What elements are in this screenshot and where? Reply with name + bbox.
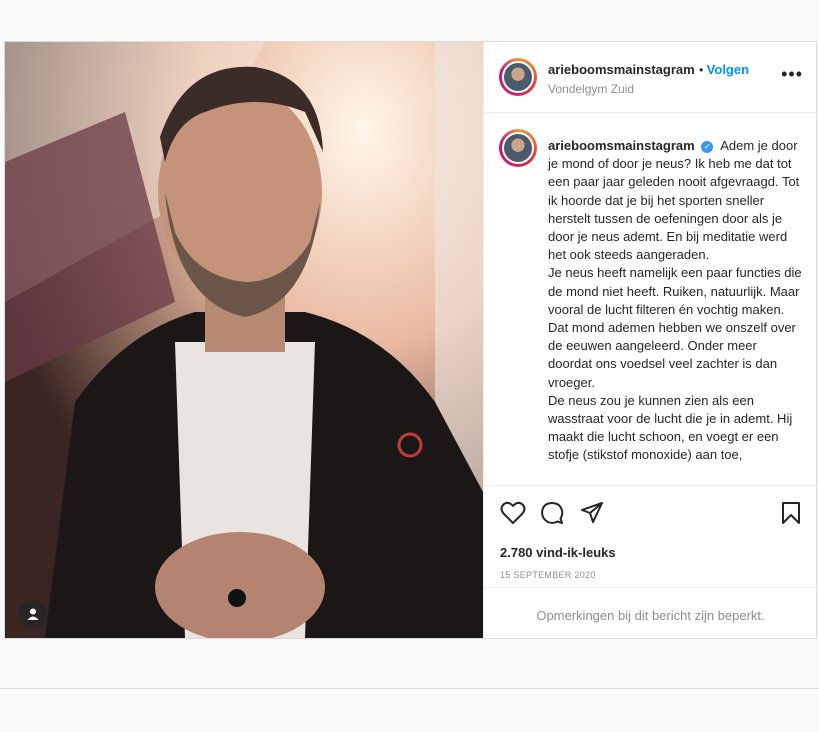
follow-button[interactable]: Volgen — [707, 62, 749, 77]
action-bar — [484, 497, 817, 531]
verified-badge-icon: ✓ — [701, 140, 714, 153]
page-divider — [0, 688, 819, 689]
caption-paragraph-2: Je neus heeft namelijk een paar functies… — [548, 265, 802, 390]
caption-scroll-area[interactable]: arieboomsmainstagram ✓ Adem je door je m… — [484, 113, 817, 486]
post-photo[interactable] — [5, 42, 483, 638]
likes-count[interactable]: 2.780 vind-ik-leuks — [500, 545, 616, 560]
dot-separator: • — [699, 63, 707, 77]
more-options-icon[interactable]: ••• — [781, 64, 803, 85]
post-sidebar: arieboomsmainstagram • Volgen Vondelgym … — [483, 42, 817, 638]
post-date[interactable]: 15 september 2020 — [500, 570, 596, 580]
paper-plane-icon[interactable] — [580, 501, 604, 525]
post-header: arieboomsmainstagram • Volgen Vondelgym … — [484, 42, 817, 113]
location-link[interactable]: Vondelgym Zuid — [548, 82, 634, 96]
caption-paragraph-1: Adem je door je mond of door je neus? Ik… — [548, 138, 800, 263]
header-title-row: arieboomsmainstagram • Volgen — [548, 61, 749, 79]
caption-paragraph-3: De neus zou je kunnen zien als een wasst… — [548, 392, 793, 463]
user-tag-icon[interactable] — [19, 600, 47, 628]
avatar[interactable] — [499, 58, 537, 96]
instagram-post: arieboomsmainstagram • Volgen Vondelgym … — [4, 41, 817, 639]
post-image — [5, 42, 483, 638]
comment-icon[interactable] — [540, 501, 564, 525]
caption-username[interactable]: arieboomsmainstagram — [548, 138, 695, 153]
heart-icon[interactable] — [500, 501, 526, 525]
caption: arieboomsmainstagram ✓ Adem je door je m… — [548, 137, 804, 465]
header-username[interactable]: arieboomsmainstagram — [548, 62, 695, 77]
caption-avatar[interactable] — [499, 129, 537, 167]
comments-section: Opmerkingen bij dit bericht zijn beperkt… — [484, 587, 817, 639]
comments-restricted-notice: Opmerkingen bij dit bericht zijn beperkt… — [536, 608, 765, 623]
bookmark-icon[interactable] — [781, 501, 801, 525]
